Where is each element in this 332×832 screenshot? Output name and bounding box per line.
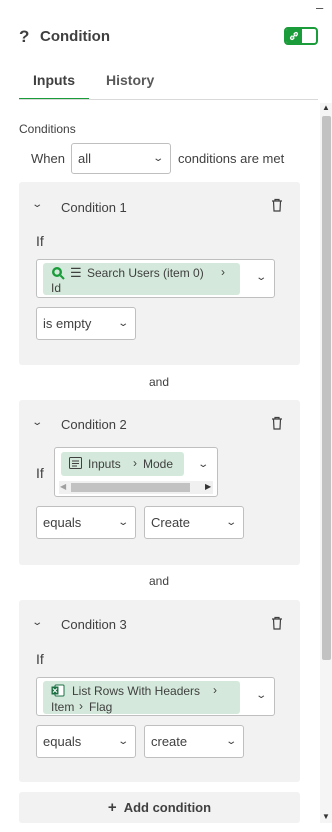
value-select[interactable]: Create ⌄ bbox=[144, 506, 244, 539]
list-icon: ☰ bbox=[70, 265, 82, 280]
match-mode-value: all bbox=[78, 151, 92, 166]
link-toggle[interactable] bbox=[284, 27, 318, 45]
horizontal-scrollbar-thumb[interactable] bbox=[71, 483, 190, 492]
condition-card-2: ⌄ Condition 2 If Inputs › Mode ⌄ ◀ ▶ equ… bbox=[19, 400, 300, 565]
scroll-down-icon[interactable]: ▼ bbox=[322, 812, 330, 821]
horizontal-scrollbar[interactable]: ◀ ▶ bbox=[59, 481, 213, 494]
chevron-right-icon: › bbox=[221, 265, 225, 279]
operand-part2: Mode bbox=[143, 457, 174, 471]
scroll-right-icon[interactable]: ▶ bbox=[205, 482, 211, 491]
inputs-icon bbox=[69, 457, 82, 472]
operand-path-line2a: Item bbox=[51, 700, 75, 714]
condition-card-3: ⌄ Condition 3 If List Rows With Headers … bbox=[19, 600, 300, 782]
help-icon[interactable]: ? bbox=[19, 27, 29, 47]
condition-card-1: ⌄ Condition 1 If ☰ Search Users (item 0)… bbox=[19, 182, 300, 365]
chevron-down-icon: ⌄ bbox=[151, 153, 164, 164]
operator-value: equals bbox=[43, 515, 82, 530]
excel-icon bbox=[51, 684, 65, 700]
conditions-label: Conditions bbox=[19, 122, 76, 136]
and-separator: and bbox=[149, 574, 170, 588]
and-separator: and bbox=[149, 375, 170, 389]
chevron-down-icon: ⌄ bbox=[116, 736, 129, 747]
when-label: When bbox=[31, 151, 65, 166]
panel-title: Condition bbox=[40, 28, 110, 45]
scroll-left-icon[interactable]: ◀ bbox=[60, 482, 66, 491]
operator-select[interactable]: is empty ⌄ bbox=[36, 307, 136, 340]
operand-field[interactable]: Inputs › Mode ⌄ ◀ ▶ bbox=[54, 447, 218, 497]
operand-path-line1: List Rows With Headers bbox=[72, 684, 201, 698]
tab-history[interactable]: History bbox=[106, 72, 154, 100]
scrollbar-thumb[interactable] bbox=[322, 116, 331, 660]
if-label: If bbox=[36, 465, 44, 481]
operator-select[interactable]: equals ⌄ bbox=[36, 725, 136, 758]
operand-path-line1: Search Users (item 0) bbox=[87, 266, 204, 280]
chevron-right-icon: › bbox=[79, 699, 83, 713]
chevron-down-icon: ⌄ bbox=[255, 690, 268, 701]
tab-inputs[interactable]: Inputs bbox=[19, 72, 89, 100]
delete-condition-icon[interactable] bbox=[271, 616, 283, 630]
condition-title: Condition 3 bbox=[61, 617, 127, 632]
value-select[interactable]: create ⌄ bbox=[144, 725, 244, 758]
operand-chip[interactable]: ☰ Search Users (item 0) › Id bbox=[43, 263, 240, 295]
conditions-met-label: conditions are met bbox=[178, 151, 285, 166]
chevron-down-icon: ⌄ bbox=[116, 318, 129, 329]
condition-title: Condition 1 bbox=[61, 200, 127, 215]
collapse-chevron-icon[interactable]: ⌄ bbox=[31, 617, 43, 628]
operator-value: equals bbox=[43, 734, 82, 749]
if-label: If bbox=[36, 233, 44, 249]
delete-condition-icon[interactable] bbox=[271, 198, 283, 212]
chevron-right-icon: › bbox=[213, 683, 217, 697]
value-text: Create bbox=[151, 515, 191, 530]
chevron-down-icon: ⌄ bbox=[255, 272, 268, 283]
condition-title: Condition 2 bbox=[61, 417, 127, 432]
operand-field[interactable]: List Rows With Headers › Item › Flag ⌄ bbox=[36, 677, 275, 716]
collapse-chevron-icon[interactable]: ⌄ bbox=[31, 417, 43, 428]
chevron-down-icon: ⌄ bbox=[224, 736, 237, 747]
delete-condition-icon[interactable] bbox=[271, 416, 283, 430]
operand-field[interactable]: ☰ Search Users (item 0) › Id ⌄ bbox=[36, 259, 275, 298]
operator-value: is empty bbox=[43, 316, 92, 331]
operand-chip[interactable]: List Rows With Headers › Item › Flag bbox=[43, 681, 240, 714]
match-mode-select[interactable]: all ⌄ bbox=[71, 143, 171, 174]
value-text: create bbox=[151, 734, 188, 749]
operand-chip[interactable]: Inputs › Mode bbox=[61, 452, 184, 476]
chevron-right-icon: › bbox=[133, 456, 137, 470]
operand-path-line2: Id bbox=[51, 281, 62, 295]
collapse-chevron-icon[interactable]: ⌄ bbox=[31, 199, 43, 210]
chevron-down-icon: ⌄ bbox=[224, 517, 237, 528]
minimize-button[interactable]: – bbox=[316, 0, 328, 15]
operand-part1: Inputs bbox=[88, 457, 121, 471]
operand-path-line2b: Flag bbox=[89, 700, 113, 714]
scroll-up-icon[interactable]: ▲ bbox=[322, 103, 330, 112]
add-condition-label: Add condition bbox=[123, 800, 212, 815]
if-label: If bbox=[36, 651, 44, 667]
chevron-down-icon: ⌄ bbox=[116, 517, 129, 528]
tab-divider bbox=[19, 99, 318, 100]
add-condition-button[interactable]: + Add condition bbox=[19, 792, 300, 823]
chevron-down-icon: ⌄ bbox=[197, 459, 210, 470]
operator-select[interactable]: equals ⌄ bbox=[36, 506, 136, 539]
link-icon bbox=[286, 29, 302, 43]
plus-icon: + bbox=[107, 799, 117, 816]
